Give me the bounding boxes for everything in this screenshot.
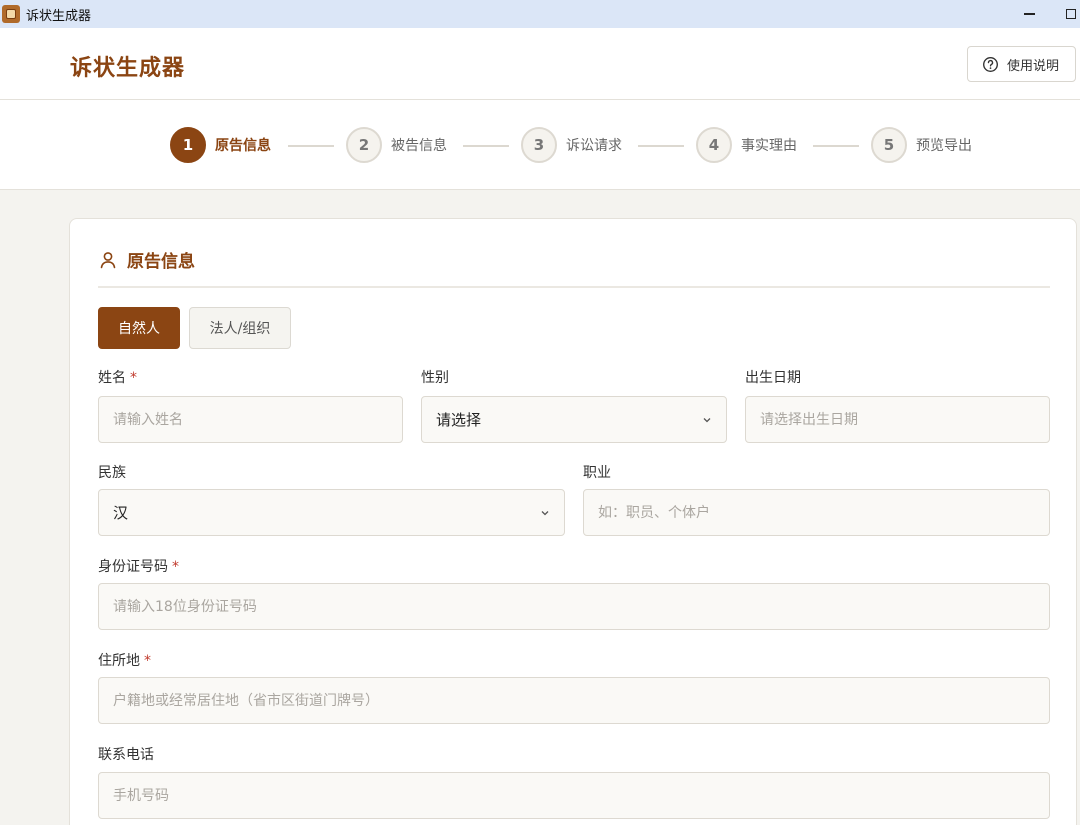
- id-number-input[interactable]: [98, 583, 1050, 630]
- required-marker: *: [144, 653, 151, 669]
- help-button-label: 使用说明: [1007, 58, 1060, 74]
- address-input[interactable]: [98, 677, 1050, 724]
- chevron-down-icon: [703, 417, 711, 422]
- step-connector: [638, 145, 684, 147]
- step-number: 5: [871, 127, 907, 163]
- step-claims[interactable]: 3 诉讼请求: [521, 127, 622, 163]
- step-facts-reasons[interactable]: 4 事实理由: [696, 127, 797, 163]
- maximize-icon[interactable]: [1066, 4, 1080, 24]
- tab-legal-entity[interactable]: 法人/组织: [189, 307, 291, 349]
- chevron-down-icon: [541, 510, 549, 515]
- occupation-input[interactable]: [583, 489, 1050, 536]
- section-title: 原告信息: [127, 252, 195, 272]
- ethnicity-select-value: 汉: [113, 504, 129, 522]
- ethnicity-select[interactable]: 汉: [98, 489, 565, 536]
- step-connector: [813, 145, 859, 147]
- question-circle-icon: [983, 56, 998, 72]
- step-label: 预览导出: [916, 138, 972, 154]
- section-header: 原告信息: [98, 247, 195, 272]
- step-number: 1: [170, 127, 206, 163]
- occupation-field-label: 职业: [583, 465, 611, 481]
- app-brand-title: 诉状生成器: [70, 56, 186, 81]
- step-connector: [288, 145, 334, 147]
- step-label: 诉讼请求: [566, 138, 622, 154]
- window-title: 诉状生成器: [26, 8, 92, 24]
- help-button[interactable]: 使用说明: [967, 46, 1076, 82]
- step-defendant-info[interactable]: 2 被告信息: [346, 127, 447, 163]
- address-field-label: 住所地 *: [98, 653, 151, 669]
- tab-natural-person[interactable]: 自然人: [98, 307, 180, 349]
- name-field-label: 姓名 *: [98, 370, 137, 386]
- required-marker: *: [172, 559, 179, 575]
- birth-date-input[interactable]: [745, 396, 1050, 443]
- step-connector: [463, 145, 509, 147]
- phone-field-label: 联系电话: [98, 747, 154, 763]
- minimize-icon[interactable]: [1016, 4, 1042, 24]
- user-icon: [100, 251, 116, 268]
- gender-select-value: 请选择: [436, 411, 482, 429]
- step-preview-export[interactable]: 5 预览导出: [871, 127, 972, 163]
- id-number-field-label: 身份证号码 *: [98, 559, 179, 575]
- step-label: 事实理由: [741, 138, 797, 154]
- section-divider: [98, 286, 1050, 288]
- name-input[interactable]: [98, 396, 403, 443]
- step-number: 3: [521, 127, 557, 163]
- step-indicator: 1 原告信息 2 被告信息 3 诉讼请求 4 事实理由 5 预览导出: [0, 100, 1080, 190]
- window-titlebar: 诉状生成器: [0, 0, 1080, 28]
- phone-input[interactable]: [98, 772, 1050, 819]
- step-plaintiff-info[interactable]: 1 原告信息: [170, 127, 271, 163]
- app-header: 诉状生成器 使用说明: [0, 28, 1080, 100]
- gavel-app-icon: [2, 5, 20, 23]
- step-number: 4: [696, 127, 732, 163]
- step-number: 2: [346, 127, 382, 163]
- step-label: 原告信息: [215, 138, 271, 154]
- birth-date-field-label: 出生日期: [745, 370, 801, 386]
- gender-field-label: 性别: [421, 370, 449, 386]
- plaintiff-form-card: 原告信息 自然人 法人/组织 姓名* 性别 请选择 出生日期 民族 汉 职业 身…: [69, 218, 1077, 825]
- required-marker: *: [130, 370, 137, 386]
- step-label: 被告信息: [391, 138, 447, 154]
- gender-select[interactable]: 请选择: [421, 396, 727, 443]
- ethnicity-field-label: 民族: [98, 465, 126, 481]
